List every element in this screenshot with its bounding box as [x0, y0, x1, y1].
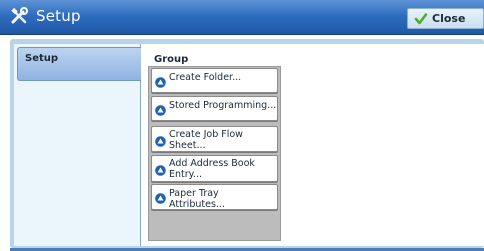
list-item-label: Stored Programming...: [169, 100, 277, 111]
tab-setup-label: Setup: [25, 53, 59, 64]
paper-tray-attributes-button[interactable]: Paper Tray Attributes...: [151, 184, 278, 210]
list-item-label: Create Job Flow Sheet...: [169, 129, 243, 151]
create-job-flow-sheet-button[interactable]: Create Job Flow Sheet...: [151, 126, 278, 152]
title-bar: Setup Close: [0, 0, 484, 35]
up-arrow-circle-icon: [155, 136, 166, 147]
tab-setup[interactable]: Setup: [17, 47, 141, 81]
list-item-label: Paper Tray Attributes...: [169, 188, 225, 210]
up-arrow-circle-icon: [155, 193, 166, 204]
tools-icon: [11, 7, 28, 24]
add-address-book-entry-button[interactable]: Add Address Book Entry...: [151, 155, 278, 182]
up-arrow-circle-icon: [155, 77, 166, 88]
create-folder-button[interactable]: Create Folder...: [151, 68, 278, 93]
list-item-label: Create Folder...: [169, 72, 242, 83]
group-label: Group: [154, 54, 189, 65]
window-title: Setup: [36, 7, 81, 25]
close-button[interactable]: Close: [407, 8, 484, 29]
close-button-label: Close: [432, 12, 466, 25]
checkmark-icon: [414, 13, 428, 25]
stored-programming-button[interactable]: Stored Programming...: [151, 96, 278, 121]
up-arrow-circle-icon: [155, 165, 166, 176]
list-item-label: Add Address Book Entry...: [169, 158, 255, 180]
up-arrow-circle-icon: [155, 105, 166, 116]
